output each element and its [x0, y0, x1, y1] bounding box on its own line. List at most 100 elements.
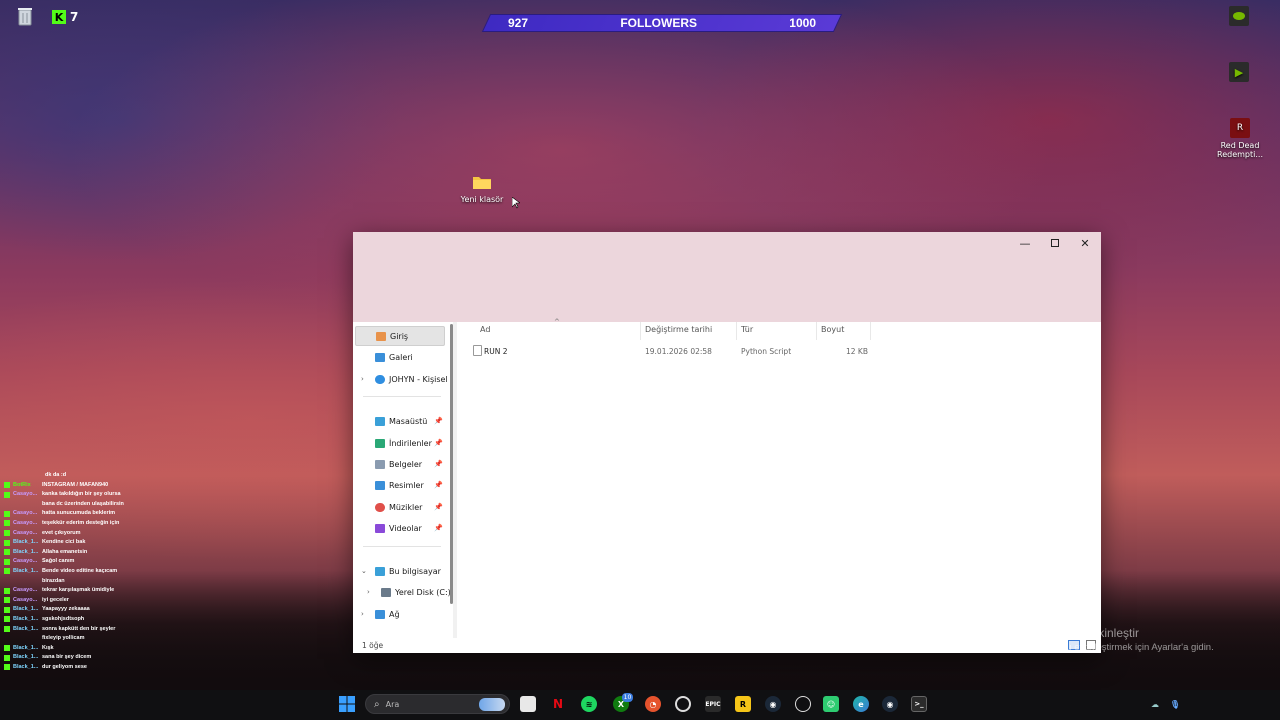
column-size[interactable]: Boyut: [821, 325, 844, 334]
kick-badge-icon: [4, 482, 10, 489]
chat-text: sgskohjsdtsoph: [42, 615, 85, 622]
new-folder-label: Yeni klasör: [460, 195, 504, 204]
chat-text: evet çıkıyorum: [42, 529, 81, 536]
kick-badge-icon: [4, 606, 10, 613]
nav-label-music: Müzikler: [389, 502, 423, 512]
nav-label-this-pc: Bu bilgisayar: [389, 566, 441, 576]
watermark-title: Windows'u Etkinleştir: [1026, 626, 1139, 640]
nav-item-videos[interactable]: Videolar 📌: [355, 518, 445, 538]
terminal-icon[interactable]: >_: [911, 696, 927, 712]
chat-username: Casayo...: [13, 587, 38, 594]
steering-app-icon[interactable]: [795, 696, 811, 712]
file-explorer-window[interactable]: — ✕ Giriş Galeri › JOHYN - Kişisel Masaü…: [353, 232, 1101, 653]
nav-item-desktop[interactable]: Masaüstü 📌: [355, 411, 445, 431]
column-divider: [640, 322, 641, 340]
kick-badge-icon: [4, 626, 10, 632]
kick-badge-icon: [4, 597, 10, 604]
maximize-button[interactable]: [1040, 234, 1070, 252]
python-file-icon: [473, 345, 482, 356]
nav-item-home[interactable]: Giriş: [355, 326, 445, 346]
chat-message: Casayo... teşekkür ederim desteğin için: [4, 519, 124, 529]
chat-message: Casayo... tekrar karşılaşmak ümidiyle: [4, 586, 124, 596]
stream-chat-overlay: dk da :d BotRix INSTAGRAM / MAFAN940 Casayo…: [4, 471, 124, 672]
chevron-right-icon: ›: [367, 588, 370, 596]
chat-text: INSTAGRAM / MAFAN940: [42, 481, 109, 488]
steam-icon-2[interactable]: ◉: [882, 696, 898, 712]
kick-badge-icon: [4, 654, 10, 661]
task-view-icon[interactable]: [520, 696, 536, 712]
file-modified: 19.01.2026 02:58: [645, 347, 712, 356]
chat-username: Casayo...: [13, 519, 38, 526]
nav-item-onedrive[interactable]: › JOHYN - Kişisel: [355, 369, 451, 389]
pin-icon: 📌: [434, 417, 443, 425]
column-divider: [816, 322, 817, 340]
chat-username: Casayo...: [13, 558, 38, 565]
chat-message: Casayo... hatta sunucumuda beklerim: [4, 509, 124, 519]
steam-icon[interactable]: ◉: [765, 696, 781, 712]
column-name[interactable]: Ad: [480, 325, 490, 334]
minimize-button[interactable]: —: [1010, 234, 1040, 252]
nav-item-network[interactable]: › Ağ: [355, 604, 445, 624]
kick-badge-icon: [4, 549, 10, 556]
column-modified[interactable]: Değiştirme tarihi: [645, 325, 712, 334]
red-dead-desktop-icon[interactable]: R Red Dead Redempti...: [1216, 118, 1264, 159]
kick-viewer-count: 7: [70, 10, 79, 24]
status-item-count: 1 öğe: [362, 641, 384, 650]
kick-badge-icon: [4, 558, 10, 565]
nav-divider: [363, 546, 441, 547]
chat-text: iyi geceler: [42, 596, 69, 603]
close-button[interactable]: ✕: [1070, 234, 1100, 252]
chat-text: kanka takıldığın bir şey olursa bana dc …: [42, 491, 124, 507]
chat-message: Black_1... sonra kapkütt den bir şeyler f…: [4, 625, 124, 644]
rockstar-icon[interactable]: R: [735, 696, 751, 712]
pin-icon: 📌: [434, 439, 443, 447]
kick-badge-icon: [4, 510, 10, 517]
chat-message: Casayo... Sağol canım: [4, 557, 124, 567]
chat-text: sana bir şey dicem: [42, 654, 92, 661]
nav-item-downloads[interactable]: İndirilenler 📌: [355, 433, 445, 453]
geforce-icon: ▶: [1229, 62, 1249, 82]
spotify-icon[interactable]: ≋: [581, 696, 597, 712]
chat-message: Casayo... iyi geceler: [4, 596, 124, 606]
nav-label-home: Giriş: [390, 331, 409, 341]
netflix-icon[interactable]: N: [550, 696, 566, 712]
origin-icon[interactable]: ◔: [645, 696, 661, 712]
nav-item-pictures[interactable]: Resimler 📌: [355, 475, 445, 495]
nav-item-documents[interactable]: Belgeler 📌: [355, 454, 445, 474]
chat-text: hatta sunucumuda beklerim: [42, 510, 116, 517]
chat-username: Black_1...: [13, 539, 39, 546]
epic-games-icon[interactable]: EPIC: [705, 696, 721, 712]
folder-icon: [473, 177, 491, 189]
explorer-toolbar-area: [353, 232, 1101, 322]
kick-badge-icon: [4, 491, 10, 498]
geforce-desktop-icon[interactable]: ▶: [1229, 62, 1249, 82]
chat-text: Kendine cici bak: [42, 539, 86, 546]
taskbar-search[interactable]: ⌕ Ara: [365, 694, 510, 714]
microphone-icon[interactable]: 🎙: [1167, 696, 1183, 712]
nav-item-local-disk[interactable]: › Yerel Disk (C:): [355, 582, 451, 602]
chat-message: Casayo... kanka takıldığın bir şey olursa…: [4, 490, 124, 509]
nav-label-pictures: Resimler: [389, 480, 424, 490]
nav-item-this-pc[interactable]: ⌄ Bu bilgisayar: [355, 561, 445, 581]
nav-item-music[interactable]: Müzikler 📌: [355, 497, 445, 517]
nav-scrollbar[interactable]: [450, 324, 453, 604]
search-icon: ⌕: [374, 698, 380, 710]
file-row[interactable]: RUN 2 19.01.2026 02:58 Python Script 12 …: [471, 345, 871, 359]
nav-label-desktop: Masaüstü: [389, 416, 428, 426]
android-app-icon[interactable]: ☺: [823, 696, 839, 712]
edge-icon[interactable]: e: [853, 696, 869, 712]
column-type[interactable]: Tür: [741, 325, 753, 334]
obs-icon[interactable]: [675, 696, 691, 712]
kick-badge-icon: [4, 539, 10, 546]
pin-icon: 📌: [434, 503, 443, 511]
nav-item-gallery[interactable]: Galeri: [355, 347, 445, 367]
nvidia-desktop-icon[interactable]: [1229, 6, 1249, 26]
chat-message: Black_1... Kışk: [4, 644, 124, 654]
recycle-bin-icon[interactable]: [16, 6, 34, 26]
start-button[interactable]: [339, 696, 355, 712]
onedrive-tray-icon[interactable]: ☁: [1147, 696, 1163, 712]
drive-icon: [381, 587, 391, 597]
chat-username: Casayo...: [13, 491, 38, 498]
kick-badge-icon: [4, 616, 10, 623]
new-folder-desktop-icon[interactable]: Yeni klasör: [458, 174, 506, 204]
